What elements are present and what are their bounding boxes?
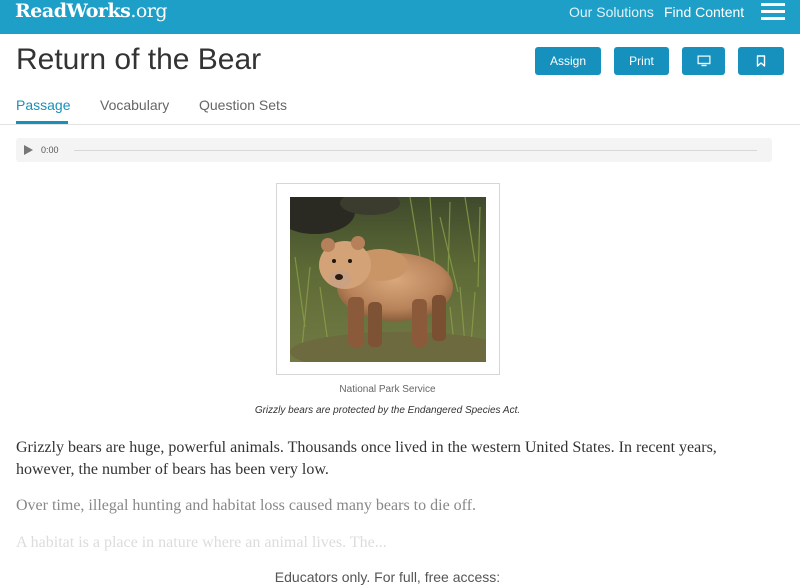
find-content-link[interactable]: Find Content	[664, 4, 744, 20]
tab-vocabulary[interactable]: Vocabulary	[100, 97, 169, 113]
educator-access-notice: Educators only. For full, free access:	[274, 569, 501, 585]
top-navigation-bar: ReadWorks.org Our Solutions Find Content	[0, 0, 800, 34]
our-solutions-link[interactable]: Our Solutions	[569, 4, 654, 20]
audio-player: 0:00	[16, 138, 772, 162]
content-tabs: Passage Vocabulary Question Sets	[0, 88, 800, 125]
image-caption: Grizzly bears are protected by the Endan…	[254, 405, 521, 416]
hamburger-icon[interactable]	[761, 3, 785, 21]
passage-image-frame	[276, 183, 500, 375]
monitor-icon	[697, 55, 710, 67]
passage-paragraph: Grizzly bears are huge, powerful animals…	[16, 439, 717, 478]
tab-passage[interactable]: Passage	[16, 97, 70, 113]
image-credit: National Park Service	[339, 384, 436, 395]
assign-button[interactable]: Assign	[535, 47, 601, 75]
play-icon[interactable]	[24, 145, 33, 155]
grizzly-bear-photo	[290, 197, 486, 362]
bookmark-button[interactable]	[738, 47, 784, 75]
active-tab-indicator	[16, 121, 68, 124]
audio-time: 0:00	[41, 145, 59, 155]
passage-paragraph: Over time, illegal hunting and habitat l…	[16, 497, 477, 514]
page-title: Return of the Bear	[16, 43, 262, 76]
logo-word: ReadWorks	[15, 0, 131, 22]
tab-question-sets[interactable]: Question Sets	[199, 97, 287, 113]
audio-progress-track[interactable]	[74, 150, 757, 151]
passage-paragraph-faded: A habitat is a place in nature where an …	[16, 534, 387, 551]
print-button[interactable]: Print	[614, 47, 669, 75]
logo-suffix: .org	[130, 0, 168, 22]
readworks-logo[interactable]: ReadWorks.org	[15, 0, 168, 24]
present-button[interactable]	[682, 47, 725, 75]
bookmark-icon	[756, 55, 766, 67]
